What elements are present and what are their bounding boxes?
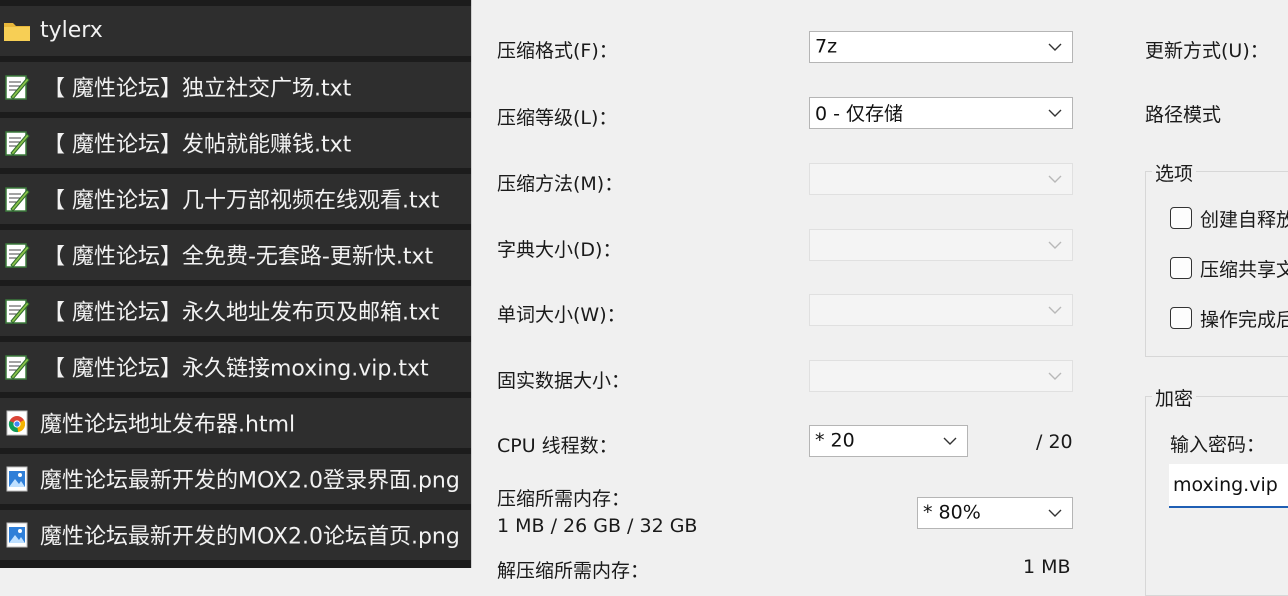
checkbox-box[interactable]	[1170, 307, 1192, 329]
text-file-icon	[5, 299, 30, 324]
file-row[interactable]: 【 魔性论坛】独立社交广场.txt	[0, 62, 471, 112]
file-name: 魔性论坛最新开发的MOX2.0论坛首页.png	[40, 524, 460, 550]
file-name: 【 魔性论坛】全免费-无套路-更新快.txt	[43, 244, 434, 270]
file-row[interactable]: 【 魔性论坛】几十万部视频在线观看.txt	[0, 174, 471, 224]
dict-size-select[interactable]	[809, 229, 1073, 261]
text-file-icon	[5, 243, 30, 268]
chevron-down-icon	[943, 437, 957, 445]
file-row[interactable]: 魔性论坛最新开发的MOX2.0登录界面.png	[0, 454, 471, 504]
memory-usage-select[interactable]: * 80%	[917, 497, 1073, 529]
file-row[interactable]: 【 魔性论坛】永久地址发布页及邮箱.txt	[0, 286, 471, 336]
checkbox-box[interactable]	[1170, 207, 1192, 229]
folder-icon	[4, 23, 30, 41]
file-list-pane: tylerx 【 魔性论坛】独立社交广场.txt 【 魔性论坛】发帖就能赚钱.t…	[0, 0, 471, 568]
file-row[interactable]: 【 魔性论坛】全免费-无套路-更新快.txt	[0, 230, 471, 280]
file-name: 【 魔性论坛】几十万部视频在线观看.txt	[43, 188, 440, 214]
memory-compress-detail: 1 MB / 26 GB / 32 GB	[497, 515, 698, 537]
file-name: 魔性论坛最新开发的MOX2.0登录界面.png	[40, 468, 460, 494]
add-to-archive-dialog: 压缩格式(F)： 7z 压缩等级(L)： 0 - 仅存储 压缩方法(M)： 字典…	[471, 0, 1288, 596]
checkbox-label: 压缩共享文	[1200, 258, 1288, 281]
solid-size-label: 固实数据大小：	[497, 370, 631, 392]
sfx-checkbox[interactable]: 创建自释放	[1170, 205, 1288, 231]
chevron-down-icon	[1048, 241, 1062, 249]
file-row[interactable]: 魔性论坛最新开发的MOX2.0论坛首页.png	[0, 510, 471, 560]
image-file-icon	[6, 466, 28, 492]
file-row[interactable]: 魔性论坛地址发布器.html	[0, 398, 471, 448]
checkbox-label: 操作完成后	[1200, 308, 1288, 331]
chevron-down-icon	[1048, 372, 1062, 380]
file-name: 【 魔性论坛】发帖就能赚钱.txt	[43, 132, 352, 158]
cpu-threads-label: CPU 线程数：	[497, 435, 618, 457]
chevron-down-icon	[1048, 109, 1062, 117]
update-mode-label: 更新方式(U)：	[1145, 40, 1269, 62]
level-value: 0 - 仅存储	[815, 102, 904, 125]
level-label: 压缩等级(L)：	[497, 107, 618, 129]
file-name: tylerx	[40, 18, 103, 43]
shared-files-checkbox[interactable]: 压缩共享文	[1170, 255, 1288, 281]
text-file-icon	[5, 75, 30, 100]
format-label: 压缩格式(F)：	[497, 40, 618, 62]
memory-decompress-value: 1 MB	[1023, 556, 1071, 578]
format-select[interactable]: 7z	[809, 31, 1073, 63]
text-file-icon	[5, 187, 30, 212]
cpu-threads-value: * 20	[815, 429, 855, 452]
chrome-icon	[6, 410, 28, 436]
file-name: 魔性论坛地址发布器.html	[40, 412, 296, 438]
after-complete-checkbox[interactable]: 操作完成后	[1170, 305, 1288, 331]
format-value: 7z	[815, 35, 838, 58]
method-select[interactable]	[809, 163, 1073, 195]
options-group: 选项 创建自释放 压缩共享文 操作完成后	[1145, 159, 1288, 357]
file-name: 【 魔性论坛】永久地址发布页及邮箱.txt	[43, 300, 440, 326]
encryption-group-title: 加密	[1152, 384, 1197, 411]
level-select[interactable]: 0 - 仅存储	[809, 97, 1073, 129]
word-size-label: 单词大小(W)：	[497, 304, 626, 326]
chevron-down-icon	[1048, 175, 1062, 183]
file-row[interactable]: 【 魔性论坛】发帖就能赚钱.txt	[0, 118, 471, 168]
image-file-icon	[6, 522, 28, 548]
path-mode-label: 路径模式	[1145, 104, 1222, 126]
word-size-select[interactable]	[809, 294, 1073, 326]
solid-size-select[interactable]	[809, 360, 1073, 392]
method-label: 压缩方法(M)：	[497, 173, 624, 195]
options-group-title: 选项	[1152, 159, 1197, 186]
file-row-folder[interactable]: tylerx	[0, 6, 471, 56]
file-name: 【 魔性论坛】独立社交广场.txt	[43, 76, 352, 102]
memory-compress-label: 压缩所需内存：	[497, 488, 631, 510]
password-label: 输入密码：	[1170, 434, 1266, 456]
file-name: 【 魔性论坛】永久链接moxing.vip.txt	[43, 356, 429, 382]
text-file-icon	[5, 355, 30, 380]
text-file-icon	[5, 131, 30, 156]
checkbox-label: 创建自释放	[1200, 208, 1288, 231]
dict-size-label: 字典大小(D)：	[497, 239, 622, 261]
cpu-threads-max: / 20	[1036, 431, 1073, 453]
password-input[interactable]	[1169, 464, 1288, 508]
file-row[interactable]: 【 魔性论坛】永久链接moxing.vip.txt	[0, 342, 471, 392]
memory-decompress-label: 解压缩所需内存：	[497, 560, 650, 582]
cpu-threads-select[interactable]: * 20	[809, 425, 968, 457]
checkbox-box[interactable]	[1170, 257, 1192, 279]
chevron-down-icon	[1048, 306, 1062, 314]
memory-usage-value: * 80%	[923, 501, 981, 524]
chevron-down-icon	[1048, 43, 1062, 51]
chevron-down-icon	[1048, 509, 1062, 517]
